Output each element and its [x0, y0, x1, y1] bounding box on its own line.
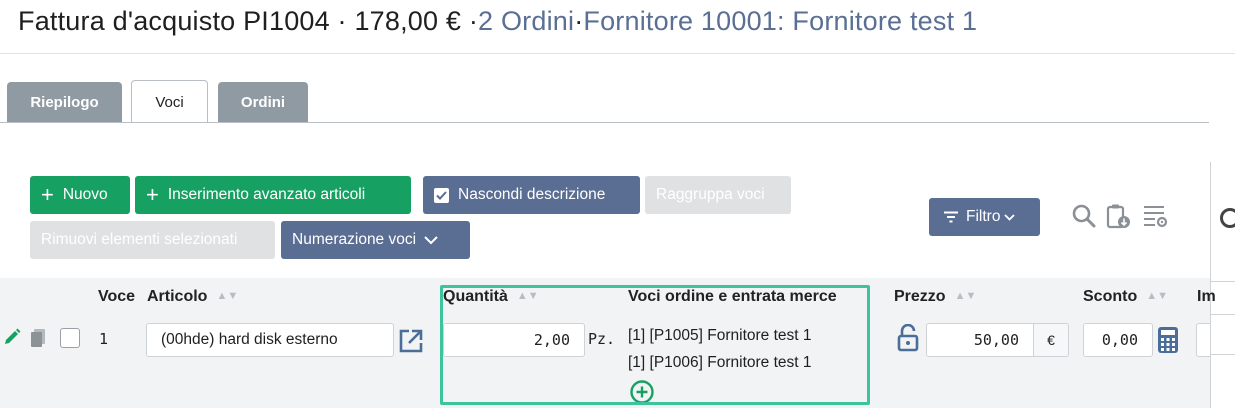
plus-icon: +: [41, 182, 54, 207]
pencil-icon[interactable]: [3, 328, 21, 346]
unlock-icon[interactable]: [897, 323, 919, 352]
new-button[interactable]: + Nuovo: [30, 176, 130, 214]
plus-icon: +: [146, 182, 159, 207]
sort-icon: ▲▼: [954, 290, 977, 302]
hide-description-button[interactable]: Nascondi descrizione: [423, 176, 640, 214]
advanced-insert-button[interactable]: + Inserimento avanzato articoli: [135, 176, 411, 214]
tabs-divider: [0, 122, 1209, 123]
copy-icon[interactable]: [28, 328, 48, 348]
filter-lines-icon: [944, 211, 958, 223]
sort-icon: ▲▼: [1146, 290, 1168, 302]
open-external-icon[interactable]: [398, 328, 424, 354]
tab-ordini[interactable]: Ordini: [218, 82, 308, 123]
sort-icon: ▲▼: [216, 290, 239, 302]
title-separator: ·: [574, 6, 584, 36]
tab-riepilogo[interactable]: Riepilogo: [7, 82, 122, 123]
title-divider: [0, 53, 1235, 54]
list-settings-icon[interactable]: [1142, 203, 1168, 229]
column-voce[interactable]: Voce: [98, 288, 135, 306]
highlight-box: [440, 285, 870, 405]
price-input[interactable]: 50,00: [926, 323, 1034, 357]
panel-circle-icon: [1220, 208, 1235, 228]
currency-addon: €: [1033, 323, 1069, 357]
clipboard-download-icon[interactable]: [1105, 203, 1131, 229]
column-sconto[interactable]: Sconto ▲▼: [1083, 288, 1168, 306]
chevron-down-icon: [1004, 213, 1016, 221]
row-select-checkbox[interactable]: [60, 328, 80, 348]
column-prezzo[interactable]: Prezzo ▲▼: [894, 288, 976, 306]
articolo-input[interactable]: (00hde) hard disk esterno: [146, 323, 394, 357]
group-items-button[interactable]: Raggruppa voci: [645, 176, 791, 214]
voce-value: 1: [99, 330, 109, 348]
search-icon[interactable]: [1071, 203, 1097, 229]
panel-divider: [1211, 354, 1235, 355]
orders-link[interactable]: 2 Ordini: [478, 6, 574, 36]
side-panel-edge: [1210, 162, 1235, 408]
amount-input[interactable]: [1196, 323, 1210, 357]
tab-voci[interactable]: Voci: [131, 80, 208, 123]
panel-divider: [1211, 314, 1235, 315]
supplier-link[interactable]: Fornitore 10001: Fornitore test 1: [583, 6, 977, 36]
page-title: Fattura d'acquisto PI1004 · 178,00 € ·2 …: [18, 6, 977, 40]
calculator-icon[interactable]: [1157, 326, 1179, 354]
column-importo[interactable]: Im: [1197, 288, 1216, 306]
checkbox-checked-icon: [434, 187, 449, 203]
numbering-button[interactable]: Numerazione voci: [281, 221, 470, 259]
invoice-title: Fattura d'acquisto PI1004 · 178,00 € ·: [18, 6, 479, 36]
filter-button[interactable]: Filtro: [929, 198, 1040, 236]
chevron-down-icon: [424, 235, 438, 244]
panel-divider: [1211, 281, 1235, 282]
remove-selected-button[interactable]: Rimuovi elementi selezionati: [30, 221, 275, 259]
discount-input[interactable]: 0,00: [1083, 323, 1153, 357]
column-articolo[interactable]: Articolo ▲▼: [147, 288, 238, 306]
